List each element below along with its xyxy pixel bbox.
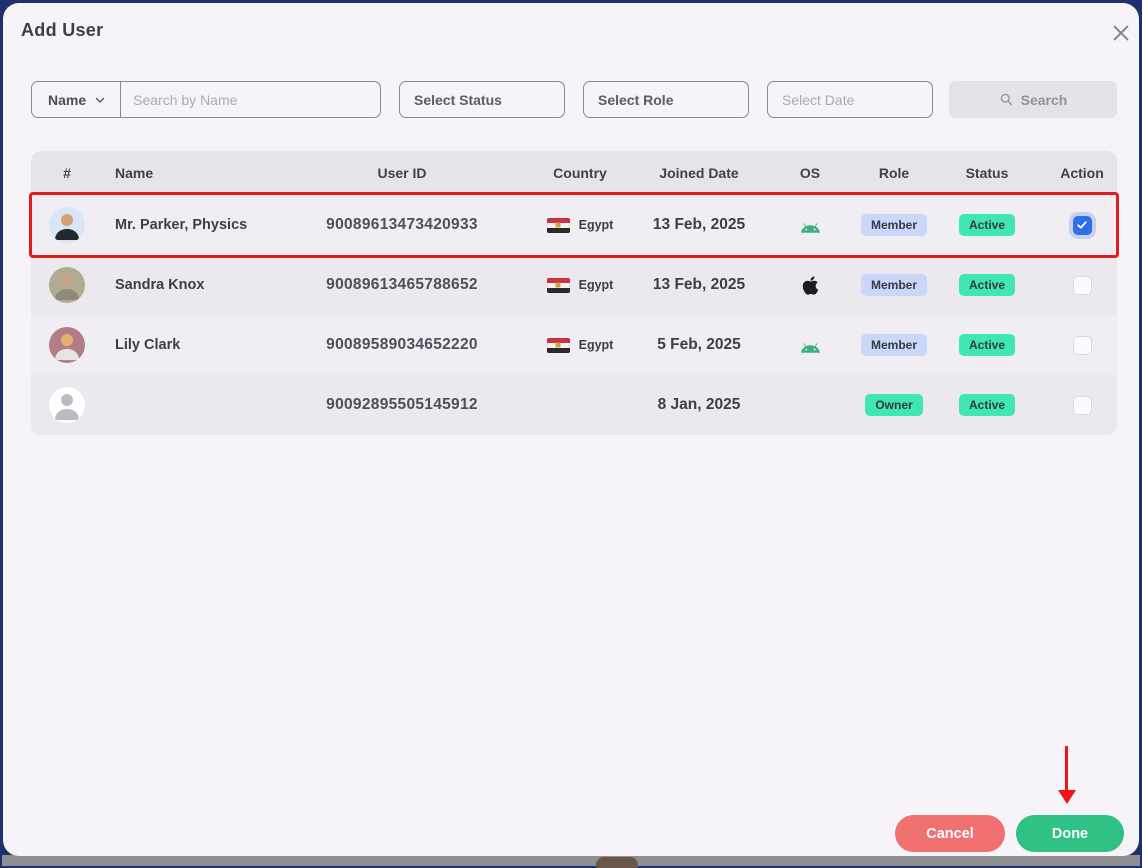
row-checkbox[interactable] [1072,395,1092,415]
status-badge: Active [958,334,1016,356]
magnifier-icon [999,92,1014,107]
egypt-flag-icon [546,217,570,233]
avatar [49,387,85,423]
status-cell: Active [927,214,1047,236]
annotation-arrow-head [1058,790,1076,804]
close-icon[interactable] [1105,17,1137,49]
joined-date: 8 Jan, 2025 [657,396,741,413]
status-badge: Active [958,394,1016,416]
os-cell [759,275,861,296]
apple-icon [802,275,819,296]
status-badge: Active [958,214,1016,236]
action-cell [1047,275,1117,295]
name-filter-dropdown[interactable]: Name [32,82,120,117]
joined-date: 5 Feb, 2025 [657,336,741,353]
android-icon [799,218,822,233]
background-page-fragment [596,857,638,868]
col-header-action: Action [1060,165,1104,181]
country-cell: Egypt [521,217,639,233]
col-header-role: Role [878,165,910,181]
col-header-status: Status [965,165,1009,181]
chevron-down-icon [94,94,106,106]
status-cell: Active [927,334,1047,356]
joined-date: 13 Feb, 2025 [652,276,746,293]
select-status-dropdown[interactable]: Select Status [399,81,565,118]
role-cell: Member [861,274,928,296]
role-badge: Member [861,214,928,236]
table-body: Mr. Parker, Physics 90089613473420933 Egyp… [29,192,1119,435]
col-header-country: Country [553,165,607,181]
avatar [49,267,85,303]
col-header-user-id: User ID [377,165,427,181]
egypt-flag-icon [546,277,570,293]
user-id: 90092895505145912 [326,396,478,413]
search-button-label: Search [1020,91,1068,108]
status-badge: Active [958,274,1016,296]
role-badge: Owner [865,394,923,416]
col-header-name: Name [115,165,154,181]
col-header-joined-date: Joined Date [659,165,739,181]
search-button[interactable]: Search [949,81,1117,118]
table-header-row: # Name User ID Country Joined Date OS Ro… [31,151,1117,195]
country-label: Egypt [578,218,614,232]
status-cell: Active [927,394,1047,416]
user-id: 90089589034652220 [326,336,478,353]
col-header-os: OS [799,165,821,181]
android-icon [799,338,822,353]
annotation-arrow [1065,746,1068,792]
action-cell [1047,395,1117,415]
row-checkbox[interactable] [1072,275,1092,295]
user-id: 90089613465788652 [326,276,478,293]
country-cell: Egypt [521,337,639,353]
user-name: Sandra Knox [115,277,205,293]
user-name: Lily Clark [115,337,181,353]
avatar [49,327,85,363]
action-cell [1047,215,1117,235]
role-badge: Member [861,334,928,356]
background-page-strip [2,855,1140,866]
select-role-dropdown[interactable]: Select Role [583,81,749,118]
name-search-combo: Name Search by Name [31,81,381,118]
add-user-modal: Add User Name Search by Name Select Stat… [3,3,1139,856]
done-button[interactable]: Done [1016,815,1124,852]
modal-title: Add User [21,20,104,40]
col-header-number: # [63,165,71,181]
avatar [49,207,85,243]
os-cell [759,338,861,353]
table-row[interactable]: 90092895505145912 8 Jan, 2025 Owner Active [31,375,1117,435]
status-cell: Active [927,274,1047,296]
row-number-cell [31,327,103,363]
role-badge: Member [861,274,928,296]
row-checkbox[interactable] [1072,335,1092,355]
table-row[interactable]: Mr. Parker, Physics 90089613473420933 Egyp… [29,192,1119,258]
joined-date: 13 Feb, 2025 [652,216,746,233]
cancel-button[interactable]: Cancel [895,815,1005,852]
row-number-cell [31,267,103,303]
user-name: Mr. Parker, Physics [115,217,248,233]
row-number-cell [31,387,103,423]
country-cell: Egypt [521,277,639,293]
users-table: # Name User ID Country Joined Date OS Ro… [29,151,1119,435]
screenshot-frame: Add User Name Search by Name Select Stat… [0,0,1142,868]
role-cell: Owner [861,394,927,416]
action-cell [1047,335,1117,355]
table-row[interactable]: Sandra Knox 90089613465788652 Egypt 13 Feb,… [31,255,1117,315]
role-cell: Member [861,334,928,356]
search-by-name-input[interactable]: Search by Name [121,92,380,108]
table-row[interactable]: Lily Clark 90089589034652220 Egypt 5 Feb, 2… [31,315,1117,375]
name-filter-label: Name [48,91,87,108]
country-label: Egypt [578,278,614,292]
row-checkbox[interactable] [1072,215,1092,235]
user-id: 90089613473420933 [326,216,478,233]
os-cell [759,218,861,233]
select-date-picker[interactable]: Select Date [767,81,933,118]
egypt-flag-icon [546,337,570,353]
country-label: Egypt [578,338,614,352]
role-cell: Member [861,214,928,236]
row-number-cell [31,207,103,243]
